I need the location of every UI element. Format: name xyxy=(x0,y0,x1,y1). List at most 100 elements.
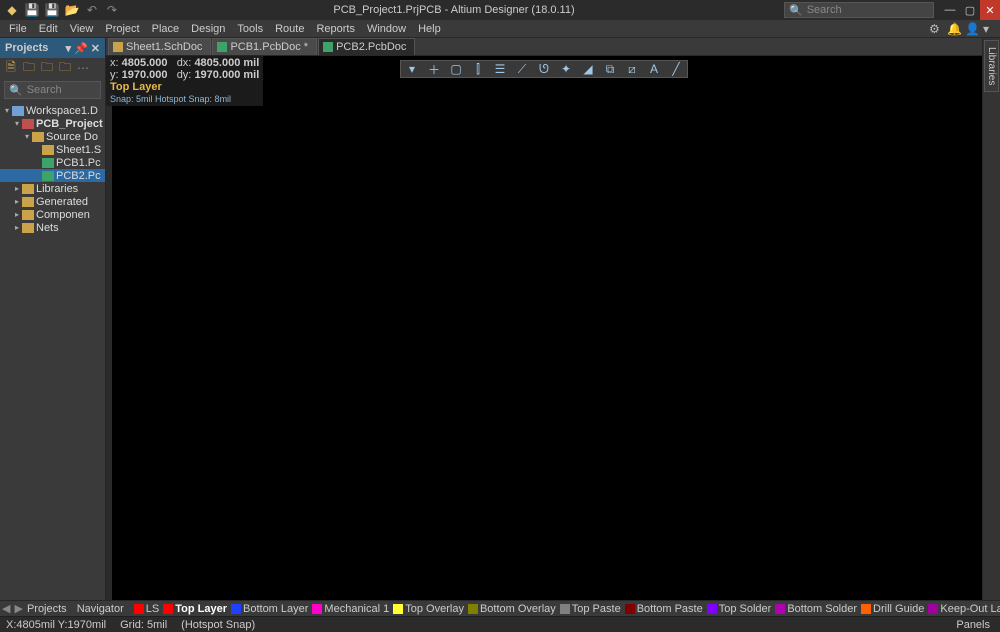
menu-help[interactable]: Help xyxy=(413,21,446,37)
layer-item[interactable]: Top Paste xyxy=(560,603,621,615)
layer-item[interactable]: Top Overlay xyxy=(393,603,464,615)
layer-item[interactable]: Top Layer xyxy=(163,603,227,615)
expand-icon[interactable]: ▾ xyxy=(2,106,12,115)
tool-icon-3[interactable]: ⫿ xyxy=(471,62,485,76)
doc-tab[interactable]: Sheet1.SchDoc xyxy=(108,38,211,55)
bottom-tab-navigator[interactable]: Navigator xyxy=(77,603,124,615)
save-icon[interactable]: 💾 xyxy=(24,2,40,18)
compile-icon[interactable]: 🗀 xyxy=(40,61,54,75)
ls-label[interactable]: LS xyxy=(146,603,159,615)
tool-icon-10[interactable]: ⧄ xyxy=(625,62,639,76)
tree-node[interactable]: ▾Workspace1.D xyxy=(0,104,105,117)
expand-icon[interactable]: ▸ xyxy=(12,210,22,219)
tool-icon-12[interactable]: ╱ xyxy=(669,62,683,76)
canvas-wrap: x: 4805.000 dx: 4805.000 mil y: 1970.000… xyxy=(106,56,982,600)
panels-button[interactable]: Panels xyxy=(952,619,994,631)
doc-icon[interactable]: 🗎 xyxy=(4,61,18,75)
tree-node[interactable]: ▸ Libraries xyxy=(0,182,105,195)
layer-item[interactable]: Bottom Paste xyxy=(625,603,703,615)
expand-icon[interactable]: ▸ xyxy=(12,223,22,232)
tool-icon-6[interactable]: ᘎ xyxy=(537,62,551,76)
menu-project[interactable]: Project xyxy=(100,21,144,37)
layer-nav-right[interactable]: ▶ xyxy=(14,602,22,615)
tree-icon xyxy=(12,106,24,116)
tree-node[interactable]: ▾PCB_Project xyxy=(0,117,105,130)
layer-nav-left[interactable]: ◀ xyxy=(2,602,10,615)
folder2-icon[interactable]: 🗀 xyxy=(58,61,72,75)
pin-icon[interactable]: 📌 xyxy=(74,42,88,55)
layer-item[interactable]: Keep-Out Layer xyxy=(928,603,1000,615)
expand-icon[interactable]: ▸ xyxy=(12,184,22,193)
menu-design[interactable]: Design xyxy=(186,21,230,37)
layer-item[interactable]: Top Solder xyxy=(707,603,772,615)
menu-view[interactable]: View xyxy=(65,21,99,37)
libraries-tab[interactable]: Libraries xyxy=(984,40,999,92)
expand-icon[interactable]: ▾ xyxy=(22,132,32,141)
layer-label: Top Paste xyxy=(572,603,621,615)
redo-icon[interactable]: ↷ xyxy=(104,2,120,18)
menu-reports[interactable]: Reports xyxy=(311,21,360,37)
projects-header[interactable]: Projects ▾ 📌 ✕ xyxy=(0,38,105,58)
menu-file[interactable]: File xyxy=(4,21,32,37)
tool-icon-7[interactable]: ✦ xyxy=(559,62,573,76)
open-icon[interactable]: 📂 xyxy=(64,2,80,18)
tree-node[interactable]: ▸Generated xyxy=(0,195,105,208)
minimize-button[interactable]: — xyxy=(940,0,960,20)
menu-edit[interactable]: Edit xyxy=(34,21,63,37)
pcb-canvas[interactable] xyxy=(112,56,982,600)
projects-panel: Projects ▾ 📌 ✕ 🗎 🗀 🗀 🗀 ⋯ 🔍 Search ▾Works… xyxy=(0,38,106,600)
active-bar: ▾ ＋ ▢ ⫿ ☰ ⟋ ᘎ ✦ ◢ ⧉ ⧄ A ╱ xyxy=(400,60,688,78)
layer-swatch-icon xyxy=(775,604,785,614)
tree-icon xyxy=(32,132,44,142)
more-icon[interactable]: ⋯ xyxy=(76,61,90,75)
tree-node[interactable]: PCB1.Pc xyxy=(0,156,105,169)
tree-node[interactable]: Sheet1.S xyxy=(0,143,105,156)
bottom-tab-projects[interactable]: Projects xyxy=(27,603,67,615)
tool-icon-8[interactable]: ◢ xyxy=(581,62,595,76)
user-icon[interactable]: 👤 xyxy=(960,20,974,38)
tree-node[interactable]: PCB2.Pc xyxy=(0,169,105,182)
tree-label: Source Do xyxy=(46,131,98,143)
bell-icon[interactable]: 🔔 xyxy=(942,20,956,38)
layer-item[interactable]: Mechanical 1 xyxy=(312,603,389,615)
menu-route[interactable]: Route xyxy=(270,21,309,37)
expand-icon[interactable]: ▸ xyxy=(12,197,22,206)
tool-icon-4[interactable]: ☰ xyxy=(493,62,507,76)
gear-icon[interactable]: ⚙ xyxy=(924,20,938,38)
tree-node[interactable]: ▾ Source Do xyxy=(0,130,105,143)
layer-item[interactable]: Drill Guide xyxy=(861,603,924,615)
undo-icon[interactable]: ↶ xyxy=(84,2,100,18)
tab-label: Sheet1.SchDoc xyxy=(126,41,202,53)
tool-icon-2[interactable]: ▢ xyxy=(449,62,463,76)
tool-icon-11[interactable]: A xyxy=(647,62,661,76)
projects-search[interactable]: 🔍 Search xyxy=(4,81,101,99)
tool-icon-9[interactable]: ⧉ xyxy=(603,62,617,76)
layer-swatch-icon xyxy=(468,604,478,614)
layer-item[interactable]: Bottom Overlay xyxy=(468,603,556,615)
tree-node[interactable]: ▸Nets xyxy=(0,221,105,234)
dropdown-icon[interactable]: ▾ xyxy=(978,20,992,38)
panel-close-icon[interactable]: ✕ xyxy=(91,42,100,55)
layer-item[interactable]: Bottom Solder xyxy=(775,603,857,615)
tree-node[interactable]: ▸Componen xyxy=(0,208,105,221)
project-tree[interactable]: ▾Workspace1.D▾PCB_Project▾Source DoSheet… xyxy=(0,102,105,600)
folder-icon[interactable]: 🗀 xyxy=(22,61,36,75)
menu-place[interactable]: Place xyxy=(147,21,185,37)
menu-window[interactable]: Window xyxy=(362,21,411,37)
close-button[interactable]: ✕ xyxy=(980,0,1000,20)
menu-tools[interactable]: Tools xyxy=(232,21,268,37)
global-search[interactable]: 🔍 Search xyxy=(784,2,934,18)
panel-menu-icon[interactable]: ▾ xyxy=(66,42,72,55)
expand-icon[interactable]: ▾ xyxy=(12,119,22,128)
save-all-icon[interactable]: 💾 xyxy=(44,2,60,18)
tool-icon-1[interactable]: ＋ xyxy=(427,62,441,76)
layer-label: Top Overlay xyxy=(405,603,464,615)
ls-swatch-icon xyxy=(134,604,144,614)
tool-icon-5[interactable]: ⟋ xyxy=(515,62,529,76)
tool-icon-0[interactable]: ▾ xyxy=(405,62,419,76)
layer-item[interactable]: Bottom Layer xyxy=(231,603,308,615)
doc-tab[interactable]: PCB2.PcbDoc xyxy=(318,38,415,55)
maximize-button[interactable]: ▢ xyxy=(960,0,980,20)
tree-label: Libraries xyxy=(36,183,78,195)
doc-tab[interactable]: PCB1.PcbDoc * xyxy=(212,38,317,55)
